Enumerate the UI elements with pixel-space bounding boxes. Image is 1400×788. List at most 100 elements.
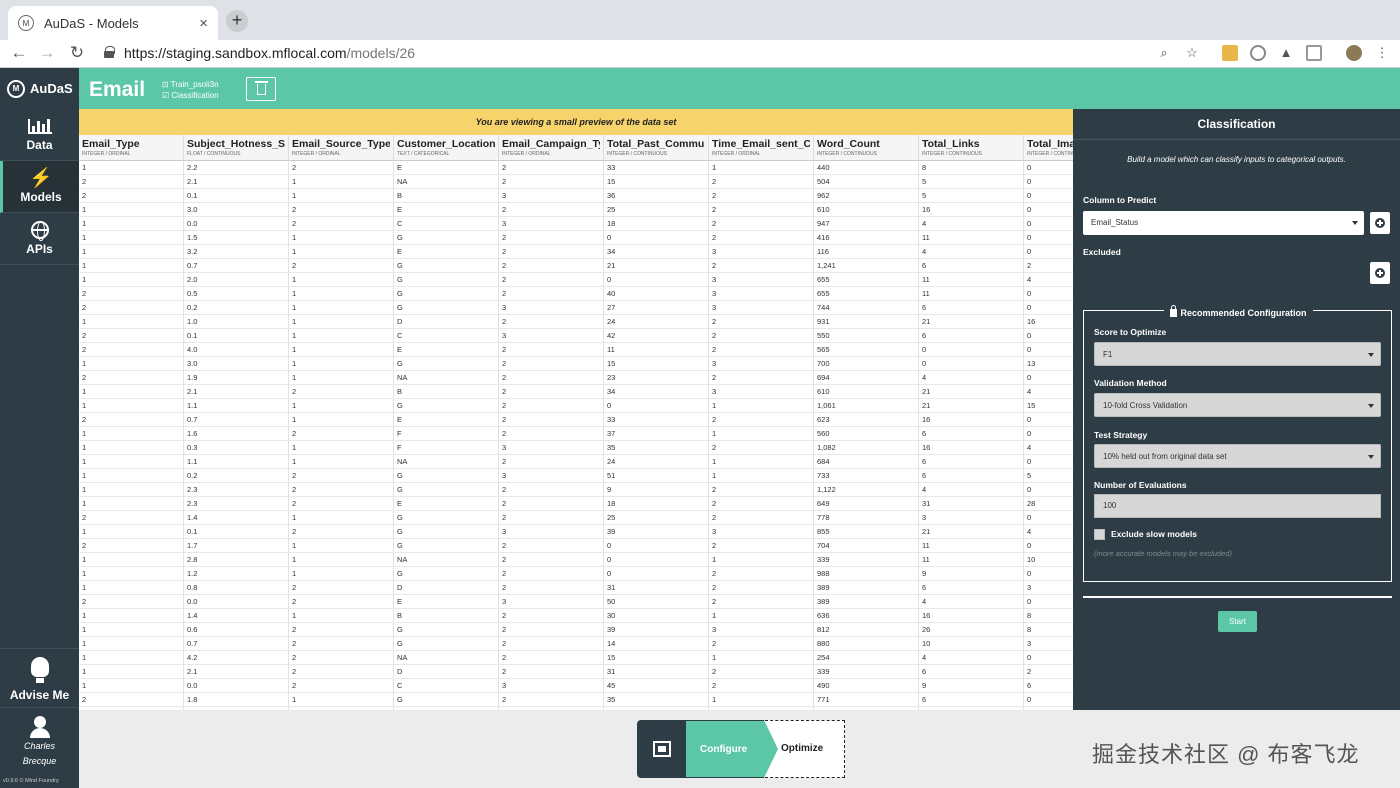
table-cell: 610 — [814, 385, 919, 399]
reload-icon[interactable]: ↻ — [66, 43, 88, 63]
table-cell: 1 — [289, 287, 394, 301]
table-cell: 3.0 — [184, 203, 289, 217]
drive-icon[interactable]: ▲ — [1278, 45, 1294, 61]
table-cell: 440 — [814, 161, 919, 175]
validation-select[interactable]: 10-fold Cross Validation — [1094, 393, 1381, 417]
column-header[interactable]: Total_Past_CommunicationsINTEGER / CONTI… — [604, 135, 709, 161]
data-preview-table[interactable]: Email_Type INTEGER / ORDINAL Subject_Hotne… — [79, 135, 1073, 710]
table-cell: 947 — [814, 217, 919, 231]
sidebar-item-data[interactable]: Data — [0, 109, 79, 161]
zoom-search-icon[interactable]: ⌕ — [1156, 45, 1172, 61]
table-cell: 2 — [79, 343, 184, 357]
brand[interactable]: M AuDaS — [0, 68, 79, 109]
table-cell: 18 — [604, 497, 709, 511]
add-predict-button[interactable] — [1370, 212, 1390, 234]
table-cell: G — [394, 357, 499, 371]
table-cell: 3 — [499, 441, 604, 455]
table-cell: 3 — [499, 525, 604, 539]
column-header[interactable]: Email_Source_Type INTEGER / ORDINAL — [289, 135, 394, 161]
table-cell: 1 — [79, 609, 184, 623]
test-strategy-value: 10% held out from original data set — [1103, 452, 1227, 461]
table-cell: 1 — [79, 385, 184, 399]
table-cell: 778 — [814, 511, 919, 525]
table-cell: 3 — [499, 189, 604, 203]
tab-title: AuDaS - Models — [44, 15, 139, 31]
sidebar-item-models[interactable]: ⚡ Models — [0, 161, 79, 213]
caret-down-icon — [1368, 404, 1374, 408]
sidebar-item-label: APIs — [26, 242, 53, 256]
score-select[interactable]: F1 — [1094, 342, 1381, 366]
table-cell: 1 — [289, 231, 394, 245]
advise-me-button[interactable]: Advise Me — [0, 648, 79, 708]
table-cell: 1 — [79, 231, 184, 245]
table-cell: 31 — [604, 581, 709, 595]
browser-tab[interactable]: M AuDaS - Models × — [8, 6, 218, 40]
url-field[interactable]: https://staging.sandbox.mflocal.com/mode… — [124, 45, 415, 61]
forward-arrow-icon[interactable]: → — [36, 43, 58, 63]
user-profile[interactable]: Charles Brecque — [0, 712, 79, 768]
table-cell: 2 — [499, 161, 604, 175]
extension-icon[interactable] — [1222, 45, 1238, 61]
profile-avatar-icon[interactable] — [1346, 45, 1362, 61]
column-header[interactable]: Total_Links INTEGER / CONTINUOUS — [919, 135, 1024, 161]
bookmark-star-icon[interactable]: ☆ — [1184, 45, 1200, 61]
table-cell: 0.0 — [184, 595, 289, 609]
table-cell: 3 — [499, 217, 604, 231]
table-cell: 2 — [79, 287, 184, 301]
evaluations-input[interactable]: 100 — [1094, 494, 1381, 518]
table-cell: 565 — [814, 343, 919, 357]
table-cell: 1 — [79, 525, 184, 539]
table-cell: 1 — [79, 217, 184, 231]
column-name: Word_Count — [817, 138, 880, 150]
browser-menu-icon[interactable]: ⋮ — [1374, 45, 1390, 61]
table-cell: 2.1 — [184, 385, 289, 399]
table-cell: 2 — [499, 175, 604, 189]
column-header[interactable]: Email_Type INTEGER / ORDINAL — [79, 135, 184, 161]
column-name: Customer_Location — [397, 138, 495, 150]
table-cell: NA — [394, 651, 499, 665]
table-cell: 2.2 — [184, 161, 289, 175]
start-button[interactable]: Start — [1218, 611, 1257, 632]
table-cell: 1 — [289, 539, 394, 553]
delete-model-button[interactable] — [246, 77, 276, 101]
meta-train[interactable]: Train_psoli3n — [171, 80, 219, 89]
table-cell: 6 — [919, 259, 1024, 273]
table-cell: 1 — [79, 651, 184, 665]
new-tab-button[interactable]: + — [226, 10, 248, 32]
table-cell: 0 — [1024, 217, 1073, 231]
table-cell: 0 — [604, 399, 709, 413]
table-cell: 16 — [919, 609, 1024, 623]
extension-circle-icon[interactable] — [1250, 45, 1266, 61]
table-cell: 1 — [289, 553, 394, 567]
column-header[interactable]: Word_Count INTEGER / CONTINUOUS — [814, 135, 919, 161]
column-header[interactable]: Email_Campaign_TypeINTEGER / ORDINAL — [499, 135, 604, 161]
user-first-name: Charles — [23, 741, 55, 751]
column-header[interactable]: Total_ImagesINTEGER / CONTINUOUS — [1024, 135, 1073, 161]
tab-close-icon[interactable]: × — [199, 15, 208, 32]
table-cell: 2 — [499, 497, 604, 511]
table-cell: 560 — [814, 427, 919, 441]
workflow-toggle-button[interactable] — [637, 720, 686, 778]
exclude-slow-checkbox[interactable] — [1094, 529, 1105, 540]
table-cell: G — [394, 483, 499, 497]
column-header[interactable]: Customer_Location TEXT / CATEGORICAL — [394, 135, 499, 161]
table-cell: 649 — [814, 497, 919, 511]
column-to-predict-select[interactable]: Email_Status — [1083, 211, 1364, 235]
configure-step[interactable]: Configure — [686, 720, 764, 778]
extension-square-icon[interactable] — [1306, 45, 1322, 61]
sidebar-item-apis[interactable]: APIs — [0, 213, 79, 265]
table-cell: 339 — [814, 553, 919, 567]
caret-down-icon — [1352, 221, 1358, 225]
add-excluded-button[interactable] — [1370, 262, 1390, 284]
table-cell: 1.2 — [184, 567, 289, 581]
back-arrow-icon[interactable]: ← — [8, 43, 30, 63]
column-header[interactable]: Time_Email_sent_CategoryINTEGER / ORDINA… — [709, 135, 814, 161]
table-cell: 2 — [289, 637, 394, 651]
test-strategy-select[interactable]: 10% held out from original data set — [1094, 444, 1381, 468]
table-cell: 855 — [814, 525, 919, 539]
table-cell: E — [394, 595, 499, 609]
column-header[interactable]: Subject_Hotness_ScoreFLOAT / CONTINUOUS — [184, 135, 289, 161]
predict-label: Column to Predict — [1083, 195, 1157, 205]
table-cell: 1 — [289, 273, 394, 287]
table-cell: 623 — [814, 413, 919, 427]
